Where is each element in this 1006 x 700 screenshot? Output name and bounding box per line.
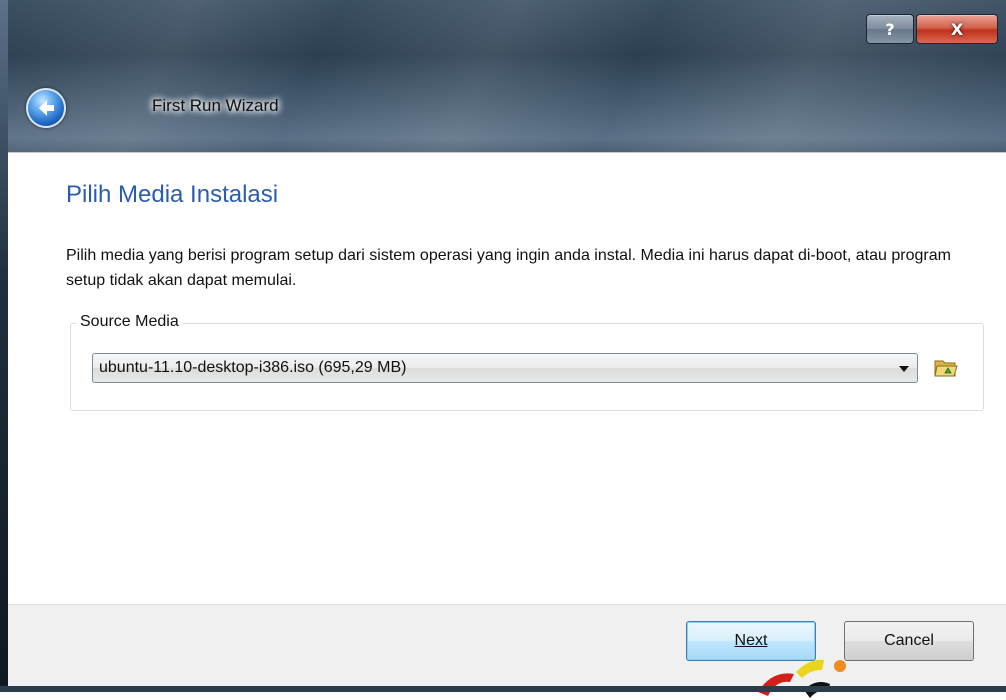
source-media-label: Source Media: [76, 313, 183, 331]
folder-open-icon: [934, 360, 958, 377]
window-bottom-border: [0, 686, 1006, 692]
source-media-selected: ubuntu-11.10-desktop-i386.iso (695,29 MB…: [99, 359, 407, 376]
back-button[interactable]: [26, 88, 66, 128]
page-title: Pilih Media Instalasi: [66, 181, 279, 208]
titlebar-controls: ? X: [866, 14, 998, 44]
wizard-page: Pilih Media Instalasi Pilih media yang b…: [8, 152, 1006, 605]
close-button[interactable]: X: [916, 14, 998, 44]
page-description: Pilih media yang berisi program setup da…: [66, 247, 951, 289]
window-title: First Run Wizard: [152, 96, 279, 115]
browse-media-button[interactable]: [932, 355, 960, 381]
help-button[interactable]: ?: [866, 14, 914, 44]
cancel-button[interactable]: Cancel: [844, 621, 974, 661]
back-arrow-icon: [39, 100, 54, 116]
source-media-dropdown[interactable]: ubuntu-11.10-desktop-i386.iso (695,29 MB…: [92, 353, 918, 383]
titlebar-glass: [0, 0, 1006, 152]
chevron-down-icon: [899, 366, 909, 372]
window-left-border: [0, 0, 8, 692]
